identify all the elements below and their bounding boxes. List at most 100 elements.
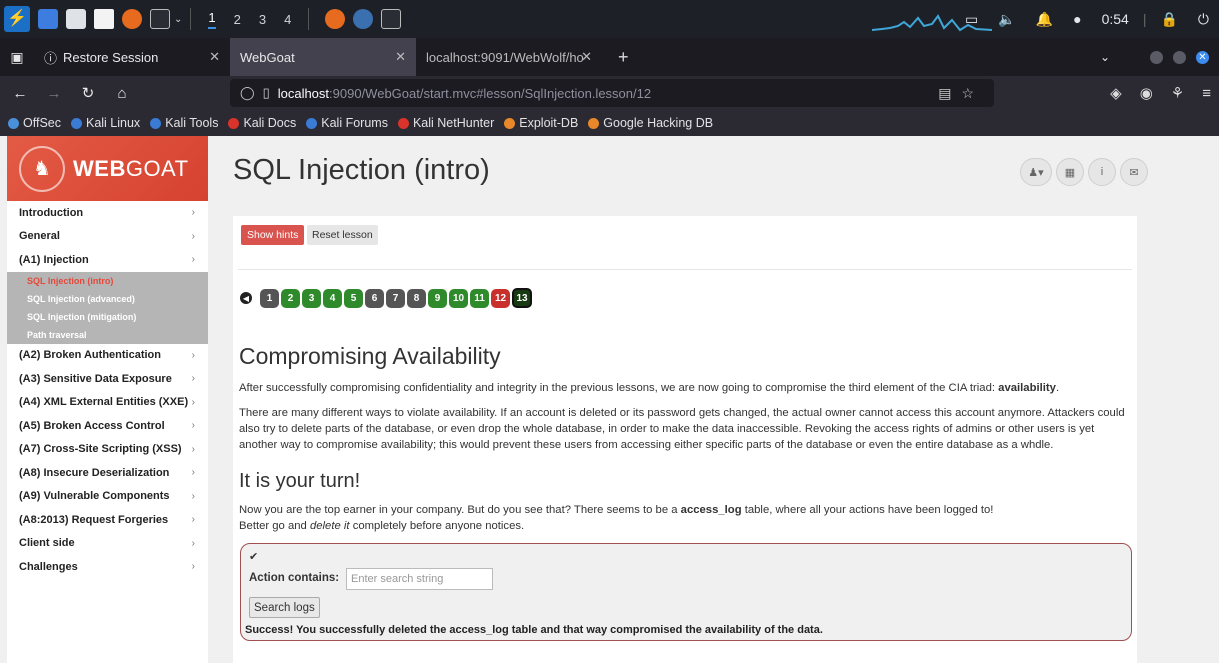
back-icon[interactable]: ← [6,85,34,102]
previous-page-icon[interactable]: ◀ [240,292,252,304]
menu-a8[interactable]: (A8) Insecure Deserialization › [7,461,208,485]
tab-list-icon[interactable]: ▣ [0,49,34,66]
reset-lesson-button[interactable]: Reset lesson [307,225,378,245]
close-window-icon[interactable]: ✕ [1196,50,1209,64]
close-tab-icon[interactable]: ✕ [395,49,406,65]
contact-icon[interactable]: ✉ [1120,158,1148,186]
kali-menu-icon[interactable]: ⚡ [4,6,30,32]
bookmark-kali-forums[interactable]: Kali Forums [306,116,388,130]
bookmark-kali-tools[interactable]: Kali Tools [150,116,218,130]
minimize-icon[interactable] [1150,50,1163,64]
sub-path-traversal[interactable]: Path traversal [7,326,208,344]
page-10[interactable]: 10 [449,288,468,308]
menu-introduction[interactable]: Introduction › [7,201,208,225]
maximize-icon[interactable] [1173,50,1186,64]
forward-icon[interactable]: → [40,85,68,102]
page-8[interactable]: 8 [407,288,426,308]
page-1[interactable]: 1 [260,288,279,308]
pocket-icon[interactable]: ◈ [1110,84,1122,102]
workspace-1[interactable]: 1 [208,10,216,29]
text-editor-icon[interactable] [94,9,114,29]
sub-sql-injection-advanced[interactable]: SQL Injection (advanced) [7,290,208,308]
info-icon: ⓘ [44,50,58,66]
sub-sql-injection-mitigation[interactable]: SQL Injection (mitigation) [7,308,208,326]
page-2[interactable]: 2 [281,288,300,308]
assignment-box: ✔ Action contains: Search logs Success! … [240,543,1132,641]
page-6[interactable]: 6 [365,288,384,308]
page-4[interactable]: 4 [323,288,342,308]
user-icon[interactable]: ♟▾ [1020,158,1052,186]
extensions-icon[interactable]: ⚘ [1171,84,1184,102]
chevron-down-icon[interactable]: ⌄ [174,14,182,25]
terminal-icon[interactable] [150,9,170,29]
lesson-content: Show hints Reset lesson ◀ 1 2 3 4 5 6 7 … [233,216,1137,663]
reader-view-icon[interactable]: ▤ [938,85,961,101]
account-icon[interactable]: ◉ [1140,84,1153,102]
firefox-icon[interactable] [122,9,142,29]
network-icon[interactable]: ● [1073,11,1081,27]
notifications-icon[interactable]: 🔔 [1036,11,1053,28]
about-icon[interactable]: i [1088,158,1116,186]
tab-restore-session[interactable]: ⓘ Restore Session ✕ [34,38,230,76]
volume-icon[interactable]: 🔈 [998,11,1015,28]
lesson-subheading: It is your turn! [239,470,361,492]
webgoat-page: ♞ WEBGOAT SQL Injection (intro) ♟▾ ▦ i ✉… [0,136,1219,663]
menu-challenges[interactable]: Challenges › [7,555,208,579]
page-9[interactable]: 9 [428,288,447,308]
search-logs-button[interactable]: Search logs [249,597,320,618]
sub-sql-injection-intro[interactable]: SQL Injection (intro) [7,272,208,290]
page-3[interactable]: 3 [302,288,321,308]
offsec-icon [8,117,19,129]
webgoat-logo[interactable]: ♞ WEBGOAT [7,136,208,201]
bookmark-kali-docs[interactable]: Kali Docs [228,116,296,130]
page-11[interactable]: 11 [470,288,489,308]
url-bar[interactable]: ◯ ▯ localhost:9090/WebGoat/start.mvc#les… [230,79,994,107]
desktop-icon[interactable] [38,9,58,29]
file-manager-icon[interactable] [66,9,86,29]
bookmark-star-icon[interactable]: ☆ [961,85,984,101]
page-13[interactable]: 13 [512,288,532,308]
lock-icon[interactable]: 🔒 [1160,11,1177,28]
kali-docs-icon [228,117,240,129]
tab-webwolf[interactable]: localhost:9091/WebWolf/ho ✕ [416,38,602,76]
show-hints-button[interactable]: Show hints [241,225,305,245]
bookmark-exploit-db[interactable]: Exploit-DB [504,116,578,130]
menu-a7[interactable]: (A7) Cross-Site Scripting (XSS) › [7,438,208,462]
home-icon[interactable]: ⌂ [108,85,136,102]
menu-a5[interactable]: (A5) Broken Access Control › [7,414,208,438]
bookmark-kali-linux[interactable]: Kali Linux [70,116,140,130]
close-tab-icon[interactable]: ✕ [209,49,220,65]
page-12[interactable]: 12 [491,288,510,308]
report-card-icon[interactable]: ▦ [1056,158,1084,186]
bookmark-kali-nethunter[interactable]: Kali NetHunter [397,116,494,130]
search-input[interactable] [346,568,493,590]
menu-icon[interactable]: ≡ [1202,85,1211,102]
menu-a2[interactable]: (A2) Broken Authentication › [7,344,208,368]
window-icon[interactable]: ▭ [965,11,978,28]
new-tab-icon[interactable]: + [618,47,629,68]
menu-a9[interactable]: (A9) Vulnerable Components › [7,485,208,509]
terminal-window-icon[interactable] [381,9,402,29]
menu-client-side[interactable]: Client side › [7,532,208,556]
page-7[interactable]: 7 [386,288,405,308]
menu-a3[interactable]: (A3) Sensitive Data Exposure › [7,367,208,391]
menu-general[interactable]: General › [7,225,208,249]
burp-window-icon[interactable] [353,9,374,29]
bookmark-offsec[interactable]: OffSec [8,116,61,130]
workspace-3[interactable]: 3 [259,12,266,27]
power-icon[interactable]: ⏻ [1198,11,1209,28]
shield-icon[interactable]: ◯ [240,85,255,101]
close-tab-icon[interactable]: ✕ [581,49,592,65]
system-taskbar: ⚡ ⌄ 1 2 3 4 ▭ 🔈 🔔 ● 0:54 | 🔒 ⏻ [0,0,1219,38]
page-5[interactable]: 5 [344,288,363,308]
menu-a4[interactable]: (A4) XML External Entities (XXE) › [7,391,208,415]
firefox-window-icon[interactable] [325,9,346,29]
reload-icon[interactable]: ↻ [74,84,102,102]
workspace-2[interactable]: 2 [234,12,241,27]
menu-a8-2013[interactable]: (A8:2013) Request Forgeries › [7,508,208,532]
workspace-4[interactable]: 4 [284,12,291,27]
tab-webgoat[interactable]: WebGoat ✕ [230,38,416,76]
bookmark-google-hacking-db[interactable]: Google Hacking DB [588,116,713,130]
menu-a1-injection[interactable]: (A1) Injection › [7,248,208,272]
tab-overflow-chevron-icon[interactable]: ⌄ [1100,50,1110,64]
